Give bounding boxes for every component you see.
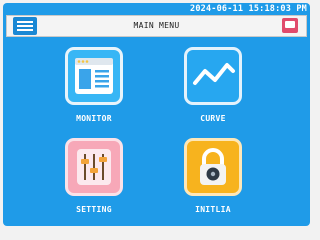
line-chart-icon bbox=[184, 47, 242, 105]
setting-tile[interactable]: SETTING bbox=[64, 138, 124, 215]
initlia-tile[interactable]: INITLIA bbox=[183, 138, 243, 215]
page-title: MAIN MENU bbox=[133, 21, 180, 30]
datetime-display: 2024-06-11 15:18:03 PM bbox=[190, 4, 307, 14]
monitor-tile[interactable]: MONITOR bbox=[64, 47, 124, 124]
display-icon bbox=[285, 21, 295, 28]
curve-label: CURVE bbox=[200, 114, 226, 123]
display-button[interactable] bbox=[282, 18, 298, 33]
curve-tile[interactable]: CURVE bbox=[183, 47, 243, 124]
main-screen: 2024-06-11 15:18:03 PM MAIN MENU MONITOR… bbox=[3, 3, 310, 226]
sliders-icon bbox=[65, 138, 123, 196]
padlock-icon bbox=[184, 138, 242, 196]
monitor-label: MONITOR bbox=[76, 114, 112, 123]
monitor-window-icon bbox=[65, 47, 123, 105]
title-bar: MAIN MENU bbox=[6, 15, 307, 37]
initlia-label: INITLIA bbox=[195, 205, 231, 214]
setting-label: SETTING bbox=[76, 205, 112, 214]
